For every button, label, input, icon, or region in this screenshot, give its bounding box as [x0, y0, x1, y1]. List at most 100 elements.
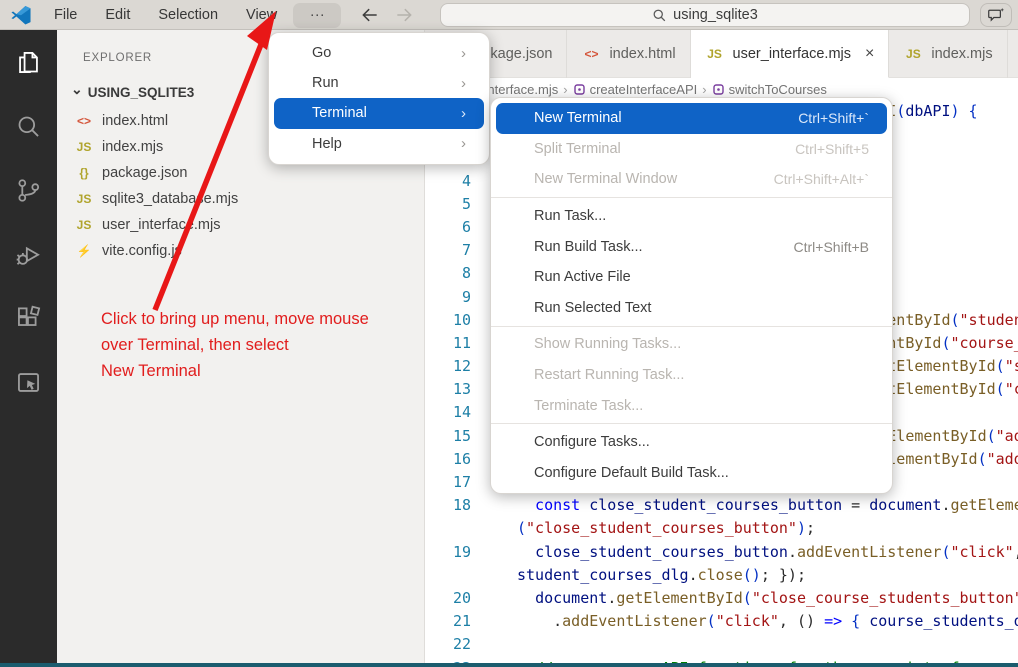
method-icon — [573, 83, 586, 96]
code-text: ("close_student_courses_button"); — [517, 517, 815, 540]
forward-arrow-icon[interactable] — [394, 5, 414, 25]
file-item-sqlite3_database.mjs[interactable]: JS sqlite3_database.mjs — [57, 186, 424, 212]
line-number: 4 — [425, 170, 471, 193]
tab-index.html[interactable]: <> index.html — [567, 30, 690, 78]
line-number: 18 — [425, 494, 471, 517]
line-number: 7 — [425, 239, 471, 262]
code-text: document.getElementById("close_course_st… — [517, 587, 1018, 610]
activity-extensions[interactable] — [0, 286, 57, 350]
chevron-down-icon: ⌄ — [71, 81, 83, 98]
code-line[interactable]: 18 const close_student_courses_button = … — [425, 494, 1018, 517]
menu-item-go[interactable]: Go› — [274, 38, 484, 68]
menu-file[interactable]: File — [40, 0, 91, 30]
code-line[interactable]: student_courses_dlg.close(); }); — [425, 564, 1018, 587]
chat-button[interactable] — [980, 3, 1012, 27]
file-name: sqlite3_database.mjs — [102, 191, 238, 207]
code-line[interactable]: ("close_student_courses_button"); — [425, 517, 1018, 540]
tab-user_interface.mjs[interactable]: JSuser_interface.mjs× — [691, 30, 890, 78]
menu-item-label: Run Task... — [534, 208, 869, 224]
menu-item-label: Run Build Task... — [534, 239, 794, 255]
js-file-icon: JS — [74, 192, 94, 206]
search-value: using_sqlite3 — [673, 7, 758, 23]
activity-source-control[interactable] — [0, 158, 57, 222]
menu-view[interactable]: View — [232, 0, 291, 30]
menu-item-label: Run — [312, 75, 461, 91]
tree-root-folder[interactable]: ⌄ USING_SQLITE3 — [71, 85, 194, 100]
menubar-more-button[interactable]: ··· — [293, 3, 341, 28]
menu-item-label: Go — [312, 45, 461, 61]
tab-close-icon[interactable]: × — [865, 45, 874, 63]
menu-item-terminal[interactable]: Terminal› — [274, 98, 484, 128]
code-text: const close_student_courses_button = doc… — [517, 494, 1018, 517]
code-line[interactable]: 19 close_student_courses_button.addEvent… — [425, 541, 1018, 564]
code-line[interactable]: 22 — [425, 633, 1018, 656]
menu-item-configure-default-build-task[interactable]: Configure Default Build Task... — [496, 458, 887, 489]
menubar: File Edit Selection View ··· — [40, 0, 341, 30]
menu-item-shortcut: Ctrl+Shift+Alt+` — [774, 171, 869, 187]
search-icon — [15, 113, 42, 140]
js-file-icon: JS — [74, 218, 94, 232]
menu-item-shortcut: Ctrl+Shift+` — [798, 110, 869, 126]
file-name: index.mjs — [102, 139, 163, 155]
annotation-line: Click to bring up menu, move mouse — [101, 306, 369, 332]
file-name: package.json — [102, 165, 187, 181]
chevron-right-icon: › — [461, 75, 466, 92]
breadcrumb-item-switchToCourses[interactable]: switchToCourses — [712, 82, 827, 97]
menu-item-new-terminal[interactable]: New TerminalCtrl+Shift+` — [496, 103, 887, 134]
breadcrumb-separator: › — [563, 82, 567, 97]
file-name: user_interface.mjs — [102, 217, 220, 233]
breadcrumb-label: createInterfaceAPI — [590, 82, 698, 97]
search-input[interactable]: using_sqlite3 — [440, 3, 970, 27]
search-icon — [652, 8, 667, 23]
line-number: 21 — [425, 610, 471, 633]
file-item-vite.config.js[interactable]: ⚡vite.config.js — [57, 238, 424, 264]
code-text: .addEventListener("click", () => { cours… — [517, 610, 1018, 633]
line-number: 19 — [425, 541, 471, 564]
activity-run-debug[interactable] — [0, 222, 57, 286]
activity-explorer[interactable] — [0, 30, 57, 94]
extensions-icon — [15, 305, 42, 332]
terminal-submenu-popup: New TerminalCtrl+Shift+`Split TerminalCt… — [490, 97, 893, 494]
history-nav — [360, 0, 414, 30]
menu-selection[interactable]: Selection — [144, 0, 232, 30]
breadcrumb-label: switchToCourses — [729, 82, 827, 97]
code-text: close_student_courses_button.addEventLis… — [517, 541, 1018, 564]
menu-item-help[interactable]: Help› — [274, 129, 484, 159]
menu-item-label: Configure Default Build Task... — [534, 465, 869, 481]
file-item-user_interface.mjs[interactable]: JS user_interface.mjs — [57, 212, 424, 238]
menu-item-configure-tasks[interactable]: Configure Tasks... — [496, 427, 887, 458]
title-bar: File Edit Selection View ··· using_sqlit… — [0, 0, 1018, 30]
code-line[interactable]: 20 document.getElementById("close_course… — [425, 587, 1018, 610]
line-number: 10 — [425, 309, 471, 332]
menu-item-run-task[interactable]: Run Task... — [496, 201, 887, 232]
menu-edit[interactable]: Edit — [91, 0, 144, 30]
source-control-icon — [15, 177, 42, 204]
code-line[interactable]: 21 .addEventListener("click", () => { co… — [425, 610, 1018, 633]
tab-bar: {}package.json<>index.htmlJSuser_interfa… — [425, 30, 1018, 78]
menu-item-label: Help — [312, 136, 461, 152]
activity-remote-window[interactable] — [0, 350, 57, 414]
menu-item-restart-running-task: Restart Running Task... — [496, 360, 887, 391]
menu-item-run-active-file[interactable]: Run Active File — [496, 262, 887, 293]
menu-item-run-build-task[interactable]: Run Build Task...Ctrl+Shift+B — [496, 231, 887, 262]
line-number: 14 — [425, 401, 471, 424]
tab-index.mjs[interactable]: JSindex.mjs — [889, 30, 1007, 78]
tab-file-icon: <> — [581, 47, 601, 61]
breadcrumb-item-createInterfaceAPI[interactable]: createInterfaceAPI — [573, 82, 698, 97]
json-file-icon: {} — [74, 166, 94, 180]
tab-label: index.html — [609, 46, 675, 62]
menu-item-run[interactable]: Run› — [274, 68, 484, 98]
chevron-right-icon: › — [461, 135, 466, 152]
menu-item-shortcut: Ctrl+Shift+5 — [795, 141, 869, 157]
menu-item-run-selected-text[interactable]: Run Selected Text — [496, 293, 887, 324]
line-number: 15 — [425, 425, 471, 448]
menu-item-label: New Terminal Window — [534, 171, 774, 187]
menu-item-shortcut: Ctrl+Shift+B — [794, 239, 869, 255]
line-number: 22 — [425, 633, 471, 656]
tab-file-icon: JS — [903, 47, 923, 61]
chevron-right-icon: › — [461, 105, 466, 122]
back-arrow-icon[interactable] — [360, 5, 380, 25]
menu-item-label: Restart Running Task... — [534, 367, 869, 383]
more-menu-popup: Go›Run›Terminal›Help› — [268, 32, 490, 165]
activity-search[interactable] — [0, 94, 57, 158]
